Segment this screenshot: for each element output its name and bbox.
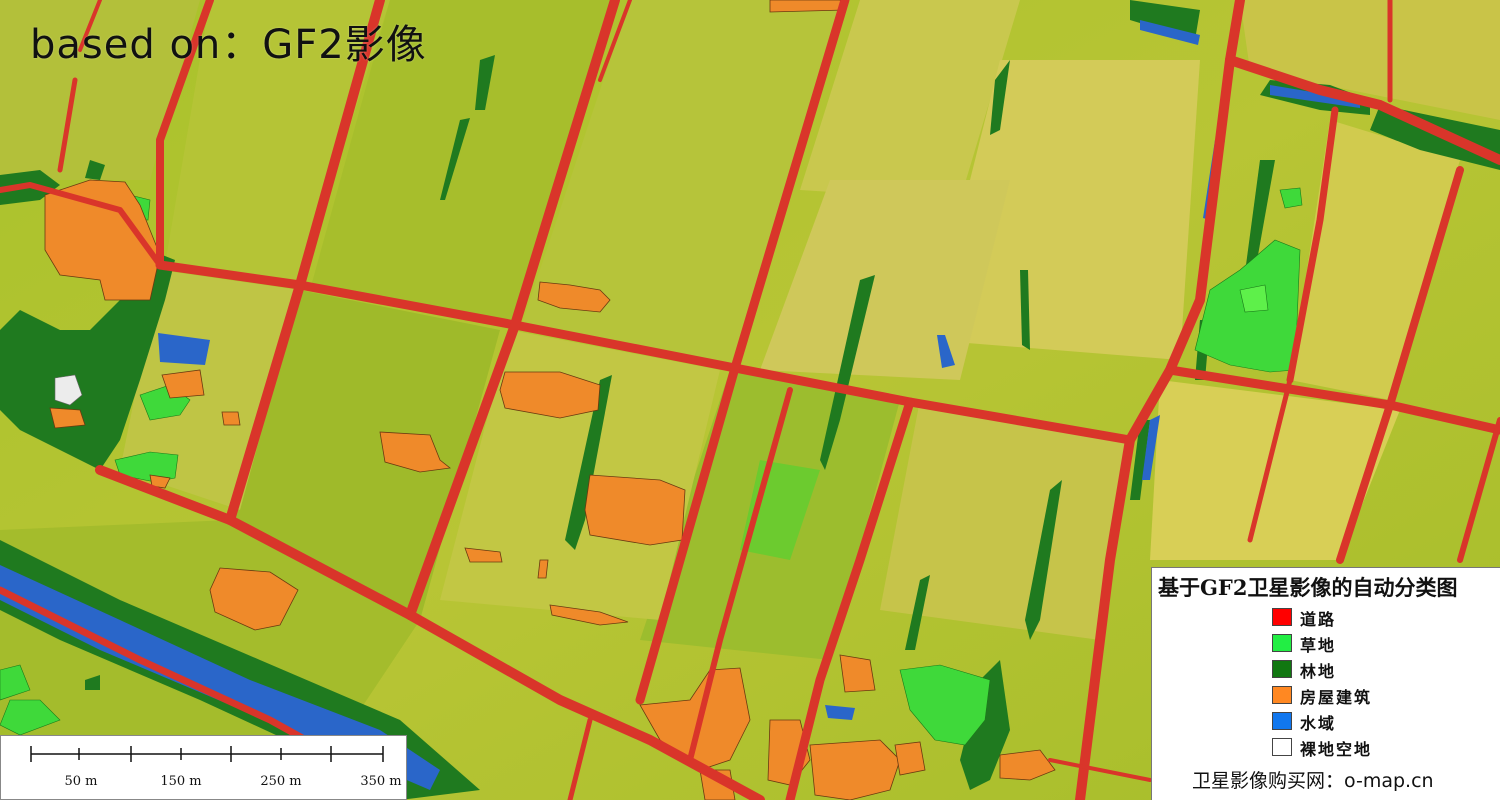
legend-label-building: 房屋建筑 [1300, 688, 1373, 707]
legend-swatch-water [1272, 712, 1292, 730]
legend-label-grass: 草地 [1300, 636, 1337, 655]
scale-label-250: 250 m [260, 774, 302, 789]
legend-label-road: 道路 [1300, 610, 1337, 629]
scale-label-50: 50 m [64, 774, 98, 789]
legend-footer: 卫星影像购买网：o-map.cn [1192, 770, 1434, 792]
scale-label-150: 150 m [160, 774, 202, 789]
legend-swatch-building [1272, 686, 1292, 704]
legend-label-bare: 裸地空地 [1300, 740, 1373, 759]
legend-label-forest: 林地 [1300, 662, 1337, 681]
legend-swatch-forest [1272, 660, 1292, 678]
scale-bar: 50 m 150 m 250 m 350 m [0, 735, 407, 800]
legend-panel: 基于GF2卫星影像的自动分类图 道路 草地 林地 房屋建筑 水域 裸地空地 卫星… [1151, 567, 1500, 800]
legend-title: 基于GF2卫星影像的自动分类图 [1158, 575, 1458, 600]
legend-label-water: 水域 [1300, 714, 1337, 733]
scale-label-350: 350 m [360, 774, 402, 789]
legend-swatch-bare [1272, 738, 1292, 756]
legend-swatch-road [1272, 608, 1292, 626]
scale-bar-ruler [30, 746, 384, 762]
map-title: based on：GF2影像 [30, 22, 427, 68]
legend-swatch-grass [1272, 634, 1292, 652]
